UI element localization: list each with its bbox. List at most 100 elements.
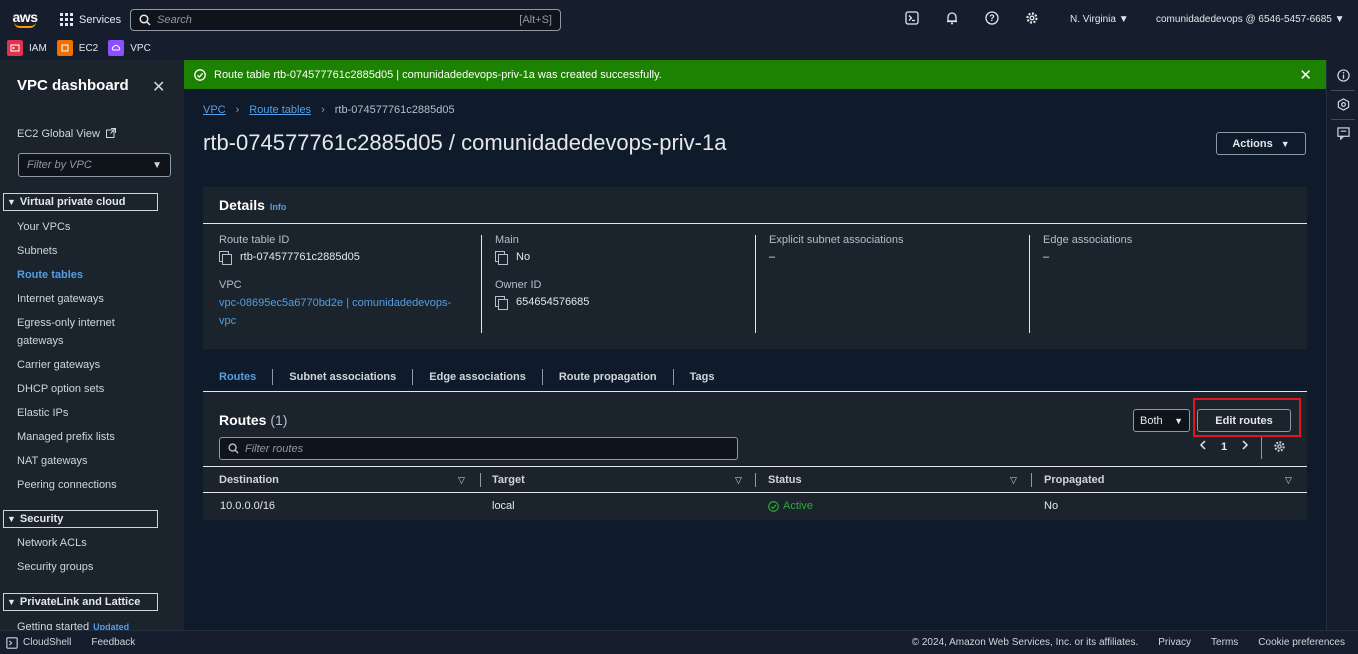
section-security[interactable]: ▼ Security <box>3 510 158 528</box>
region-selector[interactable]: N. Virginia ▼ <box>1070 14 1129 25</box>
sidebar-item-dhcp-option-sets[interactable]: DHCP option sets <box>17 383 104 395</box>
page-title: rtb-074577761c2885d05 / comunidadedevops… <box>203 130 727 155</box>
sidebar-item-managed-prefix-lists[interactable]: Managed prefix lists <box>17 431 115 443</box>
grid-icon <box>60 13 73 26</box>
check-circle-icon <box>768 500 779 512</box>
search-icon <box>228 443 239 454</box>
route-type-select[interactable]: Both ▼ <box>1133 409 1190 432</box>
section-virtual-private-cloud[interactable]: ▼ Virtual private cloud <box>3 193 158 211</box>
chevron-left-icon[interactable] <box>1199 440 1207 453</box>
column-divider <box>1029 235 1030 333</box>
services-menu[interactable]: Services <box>60 13 121 26</box>
edit-routes-button[interactable]: Edit routes <box>1197 409 1291 432</box>
cookie-preferences-link[interactable]: Cookie preferences <box>1258 637 1345 648</box>
chevron-right-icon: › <box>321 104 325 116</box>
sidebar-item-getting-started[interactable]: Getting started Updated <box>17 621 129 630</box>
cloudshell-icon[interactable] <box>904 10 920 26</box>
sort-caret-icon[interactable]: ▽ <box>735 475 742 486</box>
vpc-service-icon <box>108 40 125 56</box>
sidebar-item-egress-only-gateways-line2[interactable]: gateways <box>17 335 63 347</box>
favorite-ec2[interactable]: EC2 <box>56 40 98 56</box>
copy-icon[interactable] <box>219 251 232 265</box>
status-text: Active <box>783 500 813 512</box>
account-menu[interactable]: comunidadedevops @ 6546-5457-6685 ▼ <box>1156 14 1345 25</box>
column-target[interactable]: Target <box>492 474 525 486</box>
page-number[interactable]: 1 <box>1221 441 1227 453</box>
vpc-filter-select[interactable]: Filter by VPC ▼ <box>18 153 171 177</box>
sidebar-item-elastic-ips[interactable]: Elastic IPs <box>17 407 68 419</box>
gear-icon[interactable] <box>1024 10 1040 26</box>
flash-message: Route table rtb-074577761c2885d05 | comu… <box>214 68 662 81</box>
pagination: 1 <box>1199 440 1249 453</box>
terms-link[interactable]: Terms <box>1211 637 1238 648</box>
favorite-iam[interactable]: IAM <box>7 40 47 56</box>
tab-route-propagation[interactable]: Route propagation <box>543 368 674 385</box>
favorite-vpc-label: VPC <box>130 42 151 54</box>
sidebar-item-nat-gateways[interactable]: NAT gateways <box>17 455 88 467</box>
details-heading: Details Info <box>219 197 286 213</box>
sidebar-item-peering-connections[interactable]: Peering connections <box>17 479 117 491</box>
feedback-icon[interactable] <box>1336 126 1350 140</box>
copy-icon[interactable] <box>495 251 508 265</box>
divider <box>1331 90 1355 91</box>
sidebar-item-internet-gateways[interactable]: Internet gateways <box>17 293 104 305</box>
details-column-1: Route table ID rtb-074577761c2885d05 VPC… <box>219 234 489 334</box>
feedback-link[interactable]: Feedback <box>91 637 135 648</box>
actions-button[interactable]: Actions ▼ <box>1216 132 1306 155</box>
routes-panel: Routes (1) Filter routes Both ▼ Edit rout… <box>203 392 1307 520</box>
sidebar-title[interactable]: VPC dashboard <box>17 77 129 94</box>
breadcrumb-route-tables[interactable]: Route tables <box>249 104 311 116</box>
vpc-label: VPC <box>219 279 242 291</box>
top-navigation: aws Services Search [Alt+S] ? N. Virgini… <box>0 0 1358 40</box>
close-icon[interactable]: ✕ <box>152 77 165 97</box>
aws-logo[interactable]: aws <box>6 5 44 35</box>
section-privatelink-and-lattice[interactable]: ▼ PrivateLink and Lattice <box>3 593 158 611</box>
column-status[interactable]: Status <box>768 474 802 486</box>
details-column-3: Explicit subnet associations – <box>769 234 1039 334</box>
svg-text:?: ? <box>989 13 995 23</box>
caret-down-icon: ▼ <box>1174 415 1183 426</box>
settings-cog-icon[interactable] <box>1336 97 1350 111</box>
sort-caret-icon[interactable]: ▽ <box>458 475 465 486</box>
column-propagated[interactable]: Propagated <box>1044 474 1105 486</box>
tab-edge-associations[interactable]: Edge associations <box>413 368 543 385</box>
bell-icon[interactable] <box>944 10 960 26</box>
column-destination[interactable]: Destination <box>219 474 279 486</box>
divider <box>1261 437 1262 459</box>
sidebar-item-ec2-global-view[interactable]: EC2 Global View <box>17 128 117 140</box>
sidebar-item-your-vpcs[interactable]: Your VPCs <box>17 221 70 233</box>
table-settings-gear-icon[interactable] <box>1273 440 1286 456</box>
copy-icon[interactable] <box>495 296 508 310</box>
sort-caret-icon[interactable]: ▽ <box>1010 475 1017 486</box>
route-type-value: Both <box>1140 414 1163 427</box>
caret-down-icon: ▼ <box>7 197 16 207</box>
breadcrumb-vpc[interactable]: VPC <box>203 104 226 116</box>
column-divider <box>480 473 481 487</box>
search-input[interactable]: Search [Alt+S] <box>130 9 561 31</box>
tab-subnet-associations[interactable]: Subnet associations <box>273 368 414 385</box>
cloudshell-button[interactable]: CloudShell <box>6 636 71 649</box>
help-icon[interactable]: ? <box>984 10 1000 26</box>
actions-label: Actions <box>1232 137 1273 150</box>
sidebar-item-route-tables[interactable]: Route tables <box>17 269 83 281</box>
sidebar-item-subnets[interactable]: Subnets <box>17 245 57 257</box>
sidebar-item-security-groups[interactable]: Security groups <box>17 561 93 573</box>
chevron-right-icon[interactable] <box>1241 440 1249 453</box>
filter-routes-input[interactable]: Filter routes <box>219 437 738 460</box>
sidebar-item-carrier-gateways[interactable]: Carrier gateways <box>17 359 100 371</box>
vpc-link[interactable]: vpc-08695ec5a6770bd2e | comunidadedevops… <box>219 294 489 330</box>
tab-tags[interactable]: Tags <box>674 369 731 385</box>
privacy-link[interactable]: Privacy <box>1158 637 1191 648</box>
sidebar-item-network-acls[interactable]: Network ACLs <box>17 537 87 549</box>
info-icon[interactable] <box>1336 68 1350 82</box>
sidebar-item-label: Getting started <box>17 621 90 630</box>
close-icon[interactable]: ✕ <box>1299 66 1312 84</box>
caret-down-icon: ▼ <box>1118 14 1129 25</box>
tab-routes[interactable]: Routes <box>203 368 274 385</box>
info-link[interactable]: Info <box>270 202 287 212</box>
sort-caret-icon[interactable]: ▽ <box>1285 475 1292 486</box>
favorite-vpc[interactable]: VPC <box>108 40 151 56</box>
success-flash-banner: Route table rtb-074577761c2885d05 | comu… <box>184 60 1326 89</box>
edge-associations-label: Edge associations <box>1043 234 1133 246</box>
sidebar-item-egress-only-gateways[interactable]: Egress-only internet <box>17 317 115 329</box>
